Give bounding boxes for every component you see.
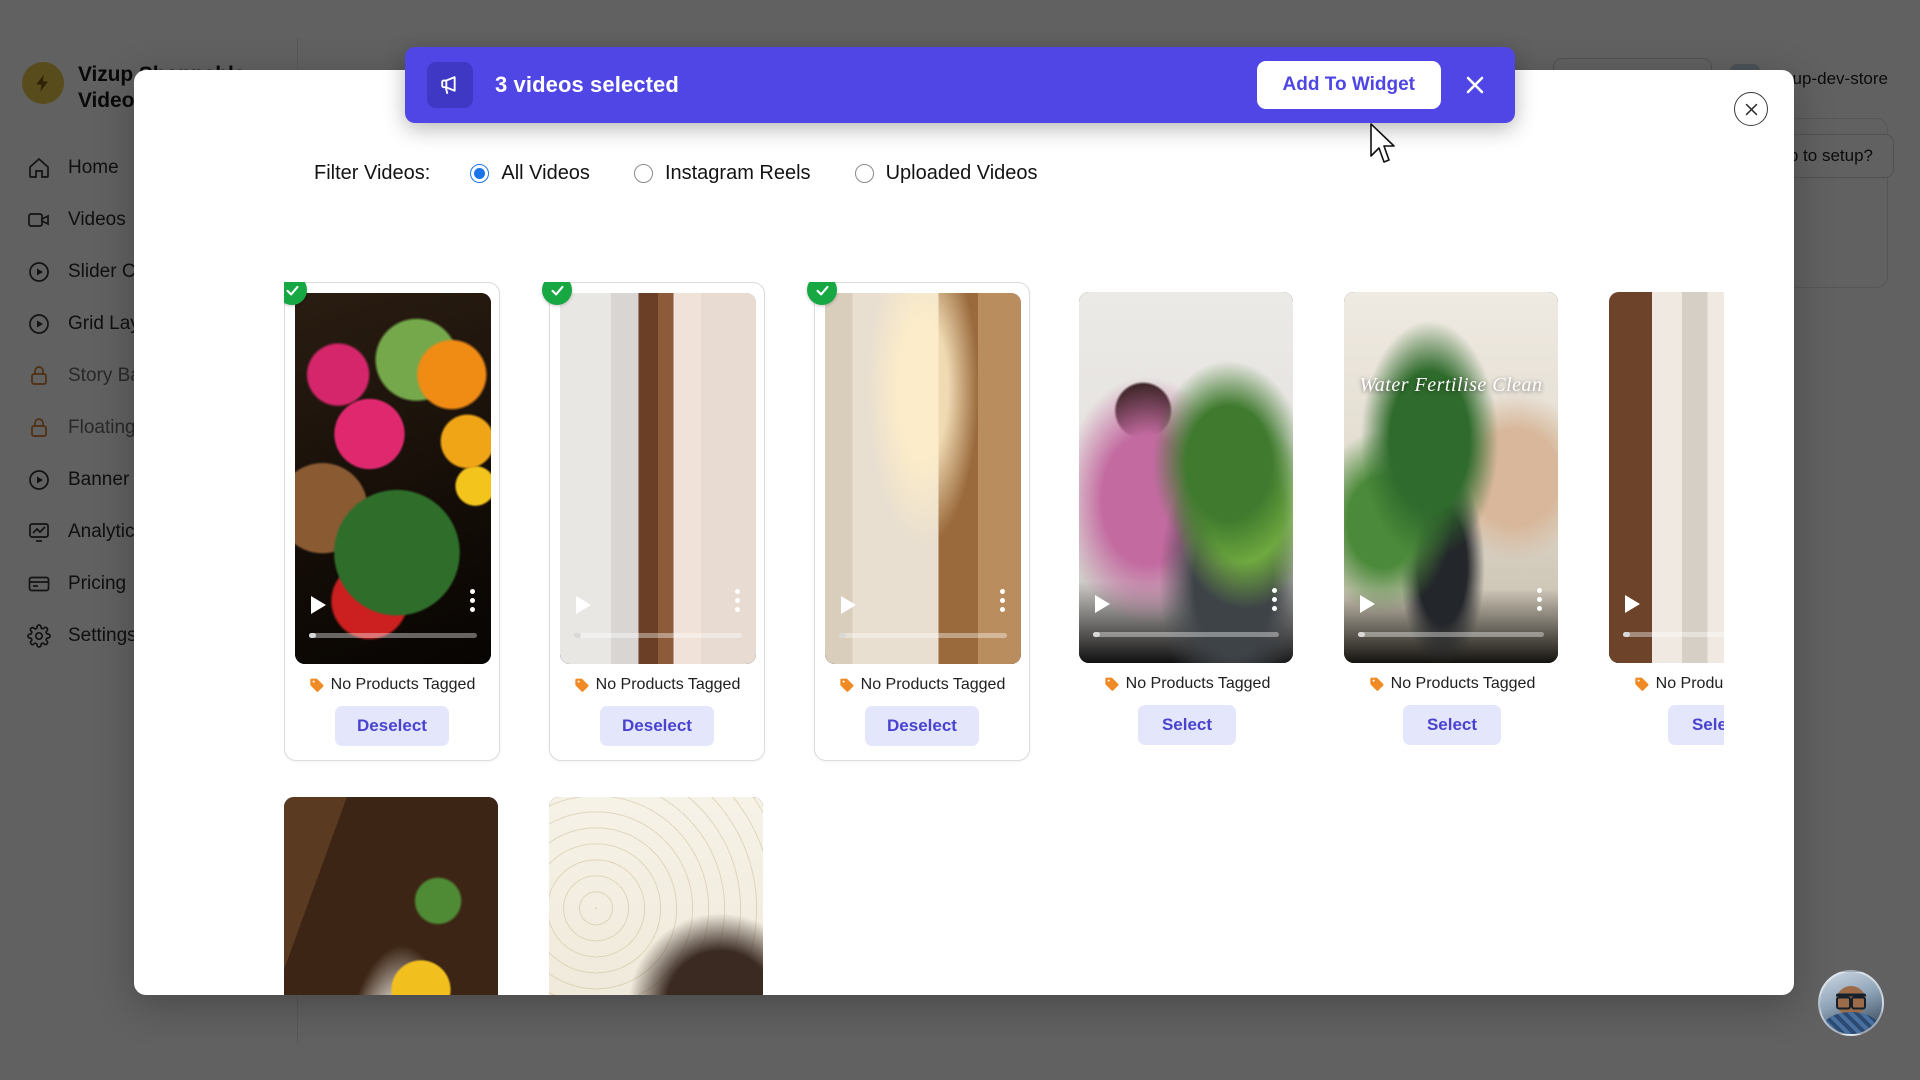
product-tag-status: No Products Tagged — [1609, 675, 1724, 693]
tag-icon — [1104, 676, 1120, 692]
select-button[interactable]: Select — [1138, 705, 1236, 745]
more-options-icon[interactable] — [735, 589, 740, 616]
select-button[interactable]: Select — [1403, 705, 1501, 745]
video-card[interactable]: No Products Tagged Deselect — [549, 282, 765, 761]
radio-uploaded-videos[interactable]: Uploaded Videos — [855, 162, 1038, 185]
filter-videos-label: Filter Videos: — [314, 162, 430, 185]
more-options-icon[interactable] — [470, 589, 475, 616]
play-icon[interactable] — [1360, 595, 1375, 613]
play-icon[interactable] — [841, 596, 856, 614]
video-progress-bar[interactable] — [1093, 632, 1279, 637]
deselect-button[interactable]: Deselect — [600, 706, 714, 746]
video-progress-bar[interactable] — [309, 633, 477, 638]
selection-toast-banner: 3 videos selected Add To Widget — [405, 47, 1515, 123]
tag-status-text: No Products Tagged — [331, 676, 476, 694]
product-tag-status: No Products Tagged — [825, 676, 1019, 694]
tag-status-text: No Products Tagged — [1126, 675, 1271, 693]
radio-instagram-reels[interactable]: Instagram Reels — [634, 162, 811, 185]
deselect-button[interactable]: Deselect — [865, 706, 979, 746]
thumbnail-overlay-text: Water Fertilise Clean — [1344, 374, 1558, 397]
thumbnail-art — [1079, 292, 1293, 663]
video-thumbnail[interactable] — [1079, 292, 1293, 663]
select-button[interactable]: Select — [1668, 705, 1724, 745]
product-tag-status: No Products Tagged — [1079, 675, 1295, 693]
video-thumbnail[interactable] — [295, 293, 491, 664]
video-card[interactable]: No Products TaggedSelect — [284, 787, 500, 995]
megaphone-icon — [427, 62, 473, 108]
tag-status-text: No Products Tagged — [1656, 675, 1724, 693]
play-icon[interactable] — [1095, 595, 1110, 613]
toast-message: 3 videos selected — [495, 72, 1257, 98]
video-progress-bar[interactable] — [574, 633, 742, 638]
video-card[interactable]: No Products Tagged Select — [1079, 282, 1295, 761]
video-progress-bar[interactable] — [1358, 632, 1544, 637]
video-thumbnail[interactable] — [284, 797, 498, 995]
video-card[interactable]: No Products Tagged Deselect — [814, 282, 1030, 761]
tag-icon — [309, 677, 325, 693]
radio-all-videos[interactable]: All Videos — [470, 162, 590, 185]
video-card[interactable]: No Products TaggedSelect — [549, 787, 765, 995]
video-grid: No Products TaggedDeselectNo Products Ta… — [284, 282, 1724, 995]
deselect-button[interactable]: Deselect — [335, 706, 449, 746]
video-selection-modal: Filter Videos: All Videos Instagram Reel… — [134, 70, 1794, 995]
more-options-icon[interactable] — [1537, 588, 1542, 615]
tag-status-text: No Products Tagged — [1391, 675, 1536, 693]
radio-dot-icon — [470, 164, 489, 183]
add-to-widget-button[interactable]: Add To Widget — [1257, 61, 1441, 109]
product-tag-status: No Products Tagged — [295, 676, 489, 694]
video-card[interactable]: No Products Tagged Select — [1609, 282, 1724, 761]
support-agent-avatar[interactable] — [1818, 970, 1884, 1036]
video-thumbnail[interactable]: Water Fertilise Clean — [1344, 292, 1558, 663]
product-tag-status: No Products Tagged — [1344, 675, 1560, 693]
avatar-shirt — [1824, 1012, 1878, 1036]
play-icon[interactable] — [311, 596, 326, 614]
radio-label: Instagram Reels — [665, 162, 811, 185]
tag-icon — [1634, 676, 1650, 692]
close-circle-icon[interactable] — [1734, 92, 1768, 126]
video-progress-bar[interactable] — [1623, 632, 1724, 637]
thumbnail-art — [284, 797, 498, 995]
video-thumbnail[interactable] — [1609, 292, 1724, 663]
play-icon[interactable] — [1625, 595, 1640, 613]
radio-dot-icon — [634, 164, 653, 183]
more-options-icon[interactable] — [1000, 589, 1005, 616]
product-tag-status: No Products Tagged — [560, 676, 754, 694]
video-thumbnail[interactable] — [560, 293, 756, 664]
tag-status-text: No Products Tagged — [861, 676, 1006, 694]
radio-label: Uploaded Videos — [886, 162, 1038, 185]
more-options-icon[interactable] — [1272, 588, 1277, 615]
tag-icon — [1369, 676, 1385, 692]
radio-dot-icon — [855, 164, 874, 183]
play-icon[interactable] — [576, 596, 591, 614]
thumbnail-art — [1344, 292, 1558, 663]
thumbnail-art — [549, 797, 763, 995]
video-progress-bar[interactable] — [839, 633, 1007, 638]
video-card[interactable]: Water Fertilise Clean No Products Tagged S… — [1344, 282, 1560, 761]
tag-status-text: No Products Tagged — [596, 676, 741, 694]
tag-icon — [574, 677, 590, 693]
video-thumbnail[interactable] — [549, 797, 763, 995]
video-card[interactable]: No Products Tagged Deselect — [284, 282, 500, 761]
video-thumbnail[interactable] — [825, 293, 1021, 664]
tag-icon — [839, 677, 855, 693]
radio-label: All Videos — [501, 162, 590, 185]
close-icon[interactable] — [1455, 65, 1495, 105]
glasses-icon — [1836, 994, 1866, 1003]
